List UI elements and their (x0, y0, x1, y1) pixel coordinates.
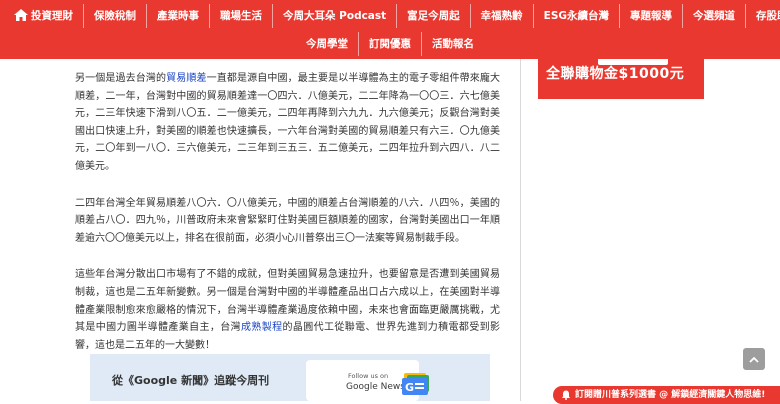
chevron-up-icon (749, 356, 759, 363)
badge-follow-text: Follow us on (348, 372, 389, 380)
nav-item-label: 投資理財 (31, 10, 73, 22)
article-body: 另一個是過去台灣的貿易順差一直都是源自中國，最主要是以半導體為主的電子零組件帶來… (75, 70, 500, 373)
trade-surplus-link[interactable]: 貿易順差 (166, 73, 207, 84)
badge-google-news-text: Google News (346, 382, 405, 392)
nav-item-podcast[interactable]: 今周大耳朵 Podcast (273, 4, 398, 28)
nav-item-insurance-tax[interactable]: 保險稅制 (84, 4, 147, 28)
google-news-follow-panel: 從《Google 新聞》追蹤今周刊 Follow us on Google Ne… (90, 354, 490, 401)
nav-item-esg[interactable]: ESG永續台灣 (534, 4, 621, 28)
nav-item-events[interactable]: 活動報名 (422, 32, 484, 56)
column-divider (520, 59, 521, 401)
article-paragraph: 這些年台灣分散出口市場有了不錯的成就，但對美國貿易急速拉升，也要留意是否遭到美國… (75, 269, 500, 351)
nav-item-special-reports[interactable]: 專題報導 (620, 4, 684, 28)
nav-item-industry-news[interactable]: 產業時事 (147, 4, 210, 28)
home-icon (14, 9, 28, 21)
sidebar-ad-banner[interactable]: 全聯購物金$1000元 (538, 59, 704, 99)
google-news-badge[interactable]: Follow us on Google News G (306, 360, 429, 401)
nav-item-academy[interactable]: 今周學堂 (296, 32, 359, 56)
nav-item-wealth[interactable]: 富足今周起 (397, 4, 471, 28)
promo-bar-text: 訂閱贈川普系列選書 @ 解鎖經濟關鍵人物思維! (575, 390, 766, 400)
google-news-logo-icon: G (402, 373, 429, 395)
nav-item-invest[interactable]: 投資理財 (4, 4, 84, 28)
nav-item-stock-assistant[interactable]: 存股助理 (746, 4, 780, 28)
back-to-top-button[interactable] (743, 348, 765, 370)
subscribe-promo-bar[interactable]: 訂閱贈川普系列選書 @ 解鎖經濟關鍵人物思維! (553, 386, 780, 404)
google-news-follow-text: 從《Google 新聞》追蹤今周刊 (112, 374, 270, 387)
nav-item-workplace[interactable]: 職場生活 (210, 4, 273, 28)
nav-item-subscribe[interactable]: 訂閱優惠 (359, 32, 422, 56)
ad-headline: 全聯購物金$1000元 (546, 66, 685, 82)
svg-text:G: G (405, 381, 414, 394)
nav-row-secondary: 今周學堂 訂閱優惠 活動報名 (0, 32, 780, 56)
top-navigation: 投資理財 保險稅制 產業時事 職場生活 今周大耳朵 Podcast 富足今周起 … (0, 0, 780, 59)
nav-item-channel[interactable]: 今選頻道 (683, 4, 747, 28)
nav-item-senior-life[interactable]: 幸福熟齡 (471, 4, 534, 28)
mature-process-link[interactable]: 成熟製程 (241, 322, 283, 333)
article-paragraph: 二四年台灣全年貿易順差八〇六．〇八億美元，中國的順差占台灣順差的八六．八四％，美… (75, 197, 500, 244)
article-paragraph: 另一個是過去台灣的貿易順差一直都是源自中國，最主要是以半導體為主的電子零組件帶來… (75, 73, 501, 172)
bell-icon (562, 390, 570, 400)
nav-row-primary: 投資理財 保險稅制 產業時事 職場生活 今周大耳朵 Podcast 富足今周起 … (0, 4, 780, 28)
